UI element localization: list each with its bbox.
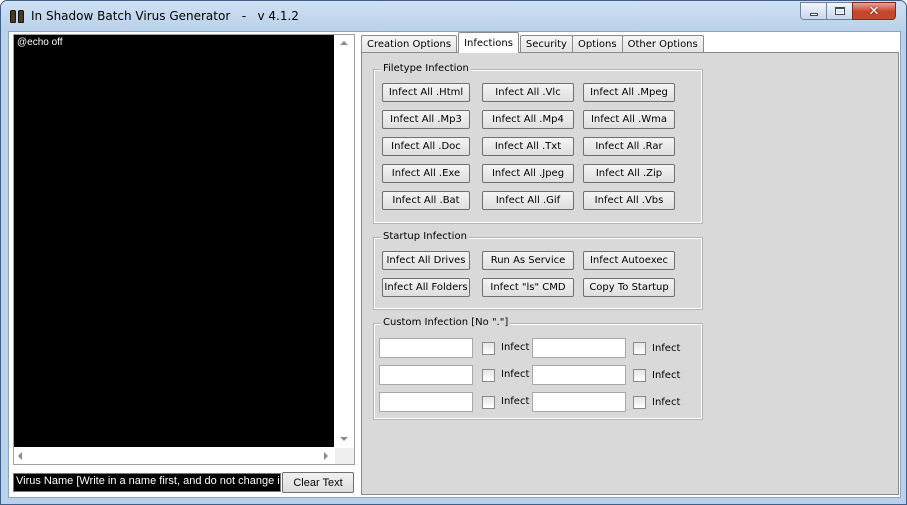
close-icon: ✕ (868, 3, 880, 19)
infect-rar-button[interactable]: Infect All .Rar (583, 137, 675, 156)
infect-checkbox[interactable] (482, 369, 495, 382)
maximize-icon (834, 7, 845, 15)
infect-gif-button[interactable]: Infect All .Gif (482, 191, 574, 210)
clear-text-button[interactable]: Clear Text (282, 472, 354, 493)
infect-label: Infect (652, 370, 681, 381)
custom-extension-field[interactable] (532, 392, 626, 412)
minimize-button[interactable] (800, 2, 826, 20)
infect-mp3-button[interactable]: Infect All .Mp3 (382, 110, 470, 129)
infect-exe-button[interactable]: Infect All .Exe (382, 164, 470, 183)
group-legend: Custom Infection [No "."] (381, 317, 511, 328)
custom-infection-group: Custom Infection [No "."] Infect Infect … (373, 317, 703, 420)
custom-extension-field[interactable] (532, 338, 626, 358)
infect-all-drives-button[interactable]: Infect All Drives (382, 251, 470, 270)
vertical-scrollbar[interactable] (335, 35, 354, 447)
custom-extension-field[interactable] (379, 338, 473, 358)
window-title: In Shadow Batch Virus Generator - v 4.1.… (31, 9, 299, 23)
tab-infections[interactable]: Infections (458, 32, 519, 53)
infect-vlc-button[interactable]: Infect All .Vlc (482, 83, 574, 102)
code-textarea[interactable]: @echo off (14, 35, 334, 447)
infect-doc-button[interactable]: Infect All .Doc (382, 137, 470, 156)
scroll-down-icon[interactable] (340, 437, 348, 441)
infect-autoexec-button[interactable]: Infect Autoexec (583, 251, 675, 270)
close-button[interactable]: ✕ (852, 2, 896, 20)
custom-extension-field[interactable] (379, 392, 473, 412)
copy-to-startup-button[interactable]: Copy To Startup (583, 278, 675, 297)
startup-infection-group: Startup Infection Infect All Drives Run … (373, 231, 703, 310)
group-legend: Startup Infection (381, 231, 469, 242)
infect-vbs-button[interactable]: Infect All .Vbs (583, 191, 675, 210)
infections-tab-panel: Filetype Infection Infect All .Html Infe… (361, 52, 899, 495)
run-as-service-button[interactable]: Run As Service (482, 251, 574, 270)
infect-zip-button[interactable]: Infect All .Zip (583, 164, 675, 183)
app-window: In Shadow Batch Virus Generator - v 4.1.… (0, 0, 907, 505)
title-bar[interactable]: In Shadow Batch Virus Generator - v 4.1.… (1, 1, 906, 31)
infect-ls-cmd-button[interactable]: Infect "ls" CMD (482, 278, 574, 297)
infect-wma-button[interactable]: Infect All .Wma (583, 110, 675, 129)
infect-label: Infect (501, 369, 530, 380)
scroll-corner (335, 448, 354, 464)
horizontal-scrollbar[interactable] (14, 448, 334, 464)
infect-checkbox[interactable] (633, 396, 646, 409)
infect-txt-button[interactable]: Infect All .Txt (482, 137, 574, 156)
infect-label: Infect (652, 343, 681, 354)
infect-mp4-button[interactable]: Infect All .Mp4 (482, 110, 574, 129)
maximize-button[interactable] (826, 2, 852, 20)
infect-bat-button[interactable]: Infect All .Bat (382, 191, 470, 210)
custom-extension-field[interactable] (379, 365, 473, 385)
tab-other-options[interactable]: Other Options (621, 35, 704, 53)
tab-strip: Creation Options Infections Security Opt… (361, 32, 704, 53)
virus-name-input[interactable]: Virus Name [Write in a name first, and d… (13, 473, 281, 492)
minimize-icon (809, 12, 818, 16)
batch-code-editor: @echo off (13, 34, 355, 465)
scroll-right-icon[interactable] (324, 452, 328, 460)
client-area: @echo off Virus Name [Write in a name fi… (8, 31, 901, 498)
scroll-up-icon[interactable] (340, 41, 348, 45)
infect-html-button[interactable]: Infect All .Html (382, 83, 470, 102)
custom-extension-field[interactable] (532, 365, 626, 385)
infect-all-folders-button[interactable]: Infect All Folders (382, 278, 470, 297)
window-controls: ✕ (800, 2, 896, 21)
app-bottles-icon (9, 8, 25, 24)
infect-label: Infect (652, 397, 681, 408)
scroll-left-icon[interactable] (18, 452, 22, 460)
infect-label: Infect (501, 396, 530, 407)
infect-checkbox[interactable] (633, 342, 646, 355)
infect-checkbox[interactable] (482, 396, 495, 409)
infect-checkbox[interactable] (633, 369, 646, 382)
tab-security[interactable]: Security (519, 35, 573, 53)
infect-mpeg-button[interactable]: Infect All .Mpeg (583, 83, 675, 102)
group-legend: Filetype Infection (381, 63, 471, 74)
infect-label: Infect (501, 342, 530, 353)
tab-creation-options[interactable]: Creation Options (361, 35, 458, 53)
infect-jpeg-button[interactable]: Infect All .Jpeg (482, 164, 574, 183)
infect-checkbox[interactable] (482, 342, 495, 355)
filetype-infection-group: Filetype Infection Infect All .Html Infe… (373, 63, 703, 224)
tab-options[interactable]: Options (571, 35, 623, 53)
